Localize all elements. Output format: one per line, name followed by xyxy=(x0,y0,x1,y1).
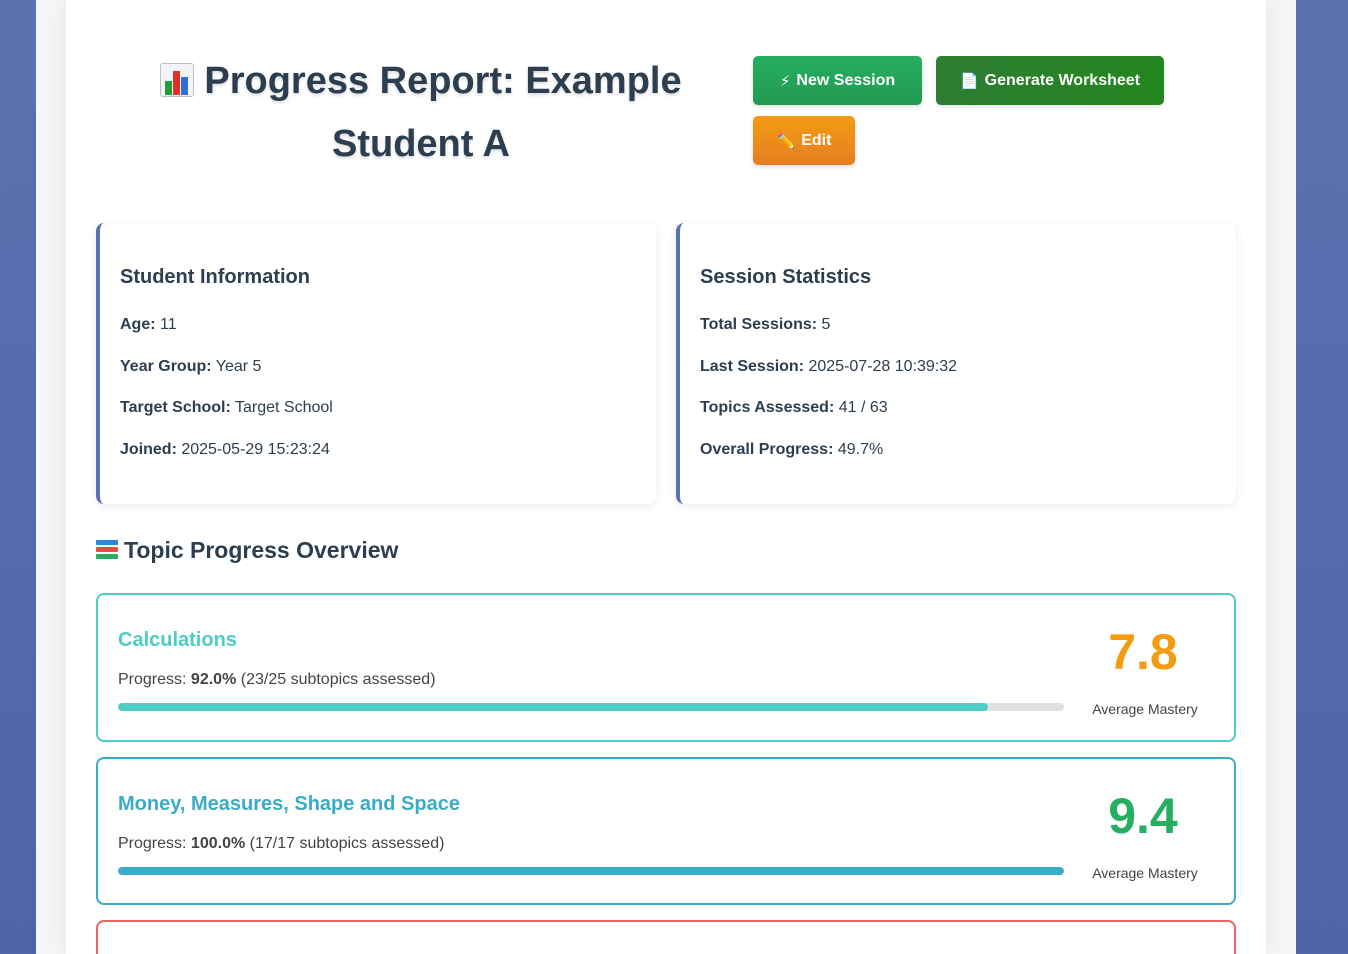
stat-row-last-session: Last Session: 2025-07-28 10:39:32 xyxy=(700,358,1236,400)
stat-row-overall-progress: Overall Progress: 49.7% xyxy=(700,441,1236,483)
progress-percent: 92.0% xyxy=(190,671,237,688)
student-information-card: Student Information Age: 11 Year Group: … xyxy=(96,223,656,504)
bar-chart-icon xyxy=(160,63,195,97)
info-label: Age: xyxy=(120,316,156,333)
progress-bar-fill xyxy=(118,867,1064,875)
topic-progress-text: Progress: 92.0% (23/25 subtopics assesse… xyxy=(118,671,436,689)
report-container: Progress Report: Example Student A ⚡ New… xyxy=(66,0,1266,954)
progress-prefix: Progress: xyxy=(118,671,187,688)
topic-card-calculations[interactable]: Calculations Progress: 92.0% (23/25 subt… xyxy=(96,593,1236,742)
info-label: Target School: xyxy=(120,399,231,416)
info-label: Year Group: xyxy=(120,357,212,375)
document-icon: 📄 xyxy=(959,72,979,90)
stat-label: Last Session: xyxy=(700,357,805,375)
progress-detail: (17/17 subtopics assessed) xyxy=(249,835,445,852)
topic-progress-text: Progress: 100.0% (17/17 subtopics assess… xyxy=(118,835,444,853)
info-value: 11 xyxy=(160,316,177,333)
stat-label: Overall Progress: xyxy=(700,440,834,458)
stat-value: 49.7% xyxy=(837,440,884,458)
pencil-icon: ✏️ xyxy=(776,132,796,150)
section-title-text: Topic Progress Overview xyxy=(124,537,399,563)
info-value: Target School xyxy=(234,399,333,416)
session-statistics-card: Session Statistics Total Sessions: 5 Las… xyxy=(676,223,1236,504)
topic-card-partial[interactable] xyxy=(96,920,1236,954)
info-label: Joined: xyxy=(120,440,177,458)
average-mastery-value: 9.4 xyxy=(1108,788,1178,844)
stat-value: 2025-07-28 10:39:32 xyxy=(808,357,958,375)
info-value: Year 5 xyxy=(215,357,262,375)
books-icon xyxy=(96,540,118,560)
report-header: Progress Report: Example Student A ⚡ New… xyxy=(66,0,1266,200)
edit-label: Edit xyxy=(801,131,832,149)
generate-worksheet-label: Generate Worksheet xyxy=(984,71,1140,89)
session-statistics-heading: Session Statistics xyxy=(700,266,872,288)
page-title: Progress Report: Example Student A xyxy=(146,50,696,176)
page-title-text: Progress Report: Example Student A xyxy=(204,60,682,165)
average-mastery-value: 7.8 xyxy=(1108,624,1178,680)
progress-bar-fill xyxy=(118,703,989,711)
progress-prefix: Progress: xyxy=(118,835,187,852)
average-mastery-label: Average Mastery xyxy=(1092,865,1198,881)
info-row-joined: Joined: 2025-05-29 15:23:24 xyxy=(120,441,656,483)
student-information-heading: Student Information xyxy=(120,266,310,288)
info-row-target-school: Target School: Target School xyxy=(120,399,656,441)
stat-value: 5 xyxy=(821,316,831,333)
progress-percent: 100.0% xyxy=(190,835,246,852)
stat-row-topics-assessed: Topics Assessed: 41 / 63 xyxy=(700,399,1236,441)
progress-bar-track xyxy=(118,867,1064,875)
info-value: 2025-05-29 15:23:24 xyxy=(181,440,330,458)
edit-button[interactable]: ✏️ Edit xyxy=(753,116,855,165)
stat-label: Total Sessions: xyxy=(700,316,818,333)
topic-card-money-measures-shape-space[interactable]: Money, Measures, Shape and Space Progres… xyxy=(96,757,1236,905)
topic-name: Money, Measures, Shape and Space xyxy=(118,793,460,815)
lightning-icon: ⚡ xyxy=(779,72,791,90)
average-mastery-label: Average Mastery xyxy=(1092,701,1198,717)
stat-value: 41 / 63 xyxy=(838,399,888,416)
topic-name: Calculations xyxy=(118,629,237,651)
info-row-age: Age: 11 xyxy=(120,316,656,358)
new-session-button[interactable]: ⚡ New Session xyxy=(753,56,922,105)
stat-label: Topics Assessed: xyxy=(700,399,835,416)
topic-progress-overview-title: Topic Progress Overview xyxy=(96,537,398,564)
progress-bar-track xyxy=(118,703,1064,711)
stat-row-total-sessions: Total Sessions: 5 xyxy=(700,316,1236,358)
progress-detail: (23/25 subtopics assessed) xyxy=(240,671,436,688)
new-session-label: New Session xyxy=(796,71,896,89)
generate-worksheet-button[interactable]: 📄 Generate Worksheet xyxy=(936,56,1164,105)
info-row-year-group: Year Group: Year 5 xyxy=(120,358,656,400)
